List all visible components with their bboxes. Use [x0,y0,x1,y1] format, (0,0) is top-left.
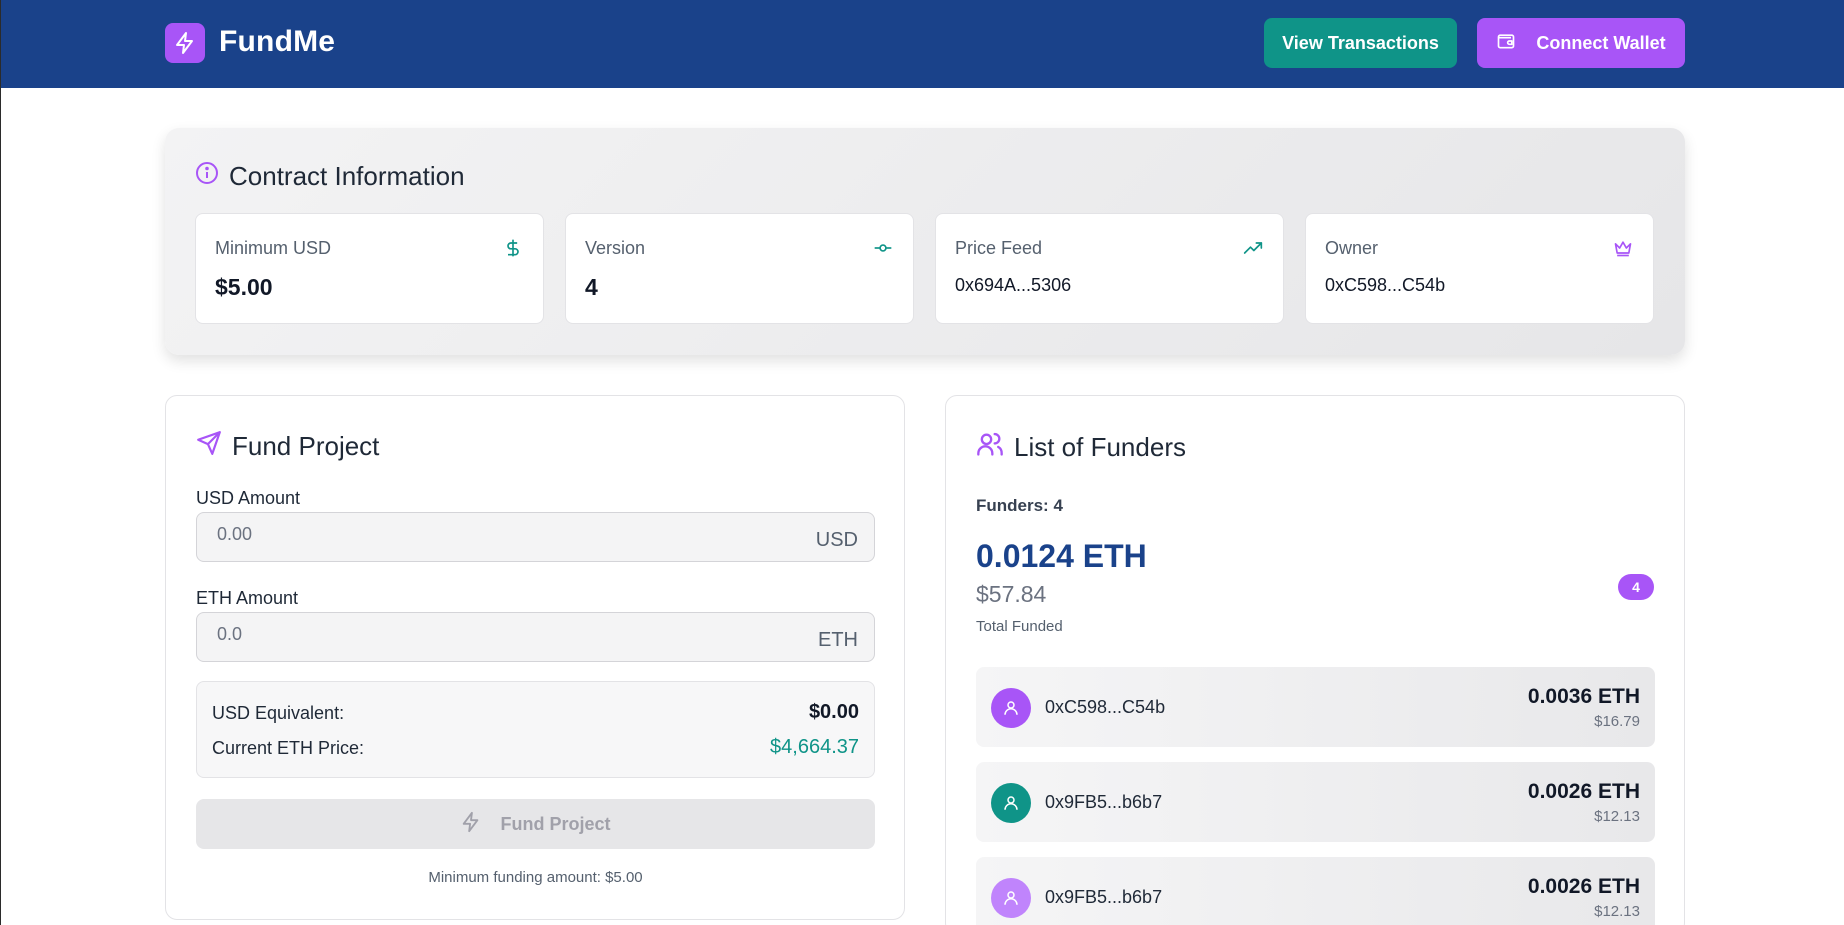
fund-project-heading: Fund Project [196,430,379,463]
connect-wallet-label: Connect Wallet [1536,32,1666,53]
app-name: FundMe [219,25,336,58]
funders-count-badge: 4 [1618,574,1654,600]
card-value: 0xC598...C54b [1325,275,1446,295]
fund-project-button[interactable]: Fund Project [196,799,875,849]
card-value: $5.00 [215,274,273,300]
lightning-icon [460,811,482,838]
funder-eth: 0.0026 ETH [1527,780,1640,803]
fund-project-panel: Fund Project USD Amount USD ETH Amount E… [165,395,905,920]
minimum-usd-card: Minimum USD $5.00 [195,213,544,324]
view-transactions-button[interactable]: View Transactions [1264,18,1457,68]
crown-icon [1613,238,1633,258]
wallet-icon [1496,31,1516,56]
eth-amount-label: ETH Amount [196,588,299,608]
card-label: Price Feed [955,238,1043,258]
trending-up-icon [1243,238,1263,258]
funders-heading: List of Funders [976,430,1186,465]
minimum-funding-note: Minimum funding amount: $5.00 [428,869,643,886]
card-label: Owner [1325,238,1379,258]
eth-price-label: Current ETH Price: [212,738,365,758]
card-value: 0x694A...5306 [955,275,1072,295]
funder-address: 0x9FB5...b6b7 [1045,887,1163,907]
funder-usd: $16.79 [1594,713,1640,730]
total-eth: 0.0124 ETH [976,538,1147,574]
user-icon [991,878,1031,918]
info-icon [195,161,219,192]
eth-amount-field[interactable]: ETH [196,612,875,662]
eth-unit: ETH [818,629,858,651]
user-icon [991,688,1031,728]
funders-title: List of Funders [1014,432,1186,462]
contract-information-panel: Contract Information Minimum USD $5.00 V… [165,128,1685,355]
funder-eth: 0.0036 ETH [1527,685,1640,708]
dollar-icon [503,238,523,258]
funders-panel: List of Funders Funders: 4 0.0124 ETH $5… [945,395,1685,925]
conversion-summary: USD Equivalent: $0.00 Current ETH Price:… [196,681,875,778]
total-funded-label: Total Funded [976,618,1063,635]
git-commit-icon [873,238,893,258]
funder-eth: 0.0026 ETH [1527,875,1640,898]
funder-row[interactable]: 0xC598...C54b 0.0036 ETH $16.79 [976,667,1655,747]
funder-address: 0x9FB5...b6b7 [1045,792,1163,812]
card-label: Minimum USD [215,238,332,258]
usd-unit: USD [815,529,858,551]
eth-price-value: $4,664.37 [770,736,859,758]
usd-amount-field[interactable]: USD [196,512,875,562]
funders-count: Funders: 4 [976,496,1063,515]
price-feed-card: Price Feed 0x694A...5306 [935,213,1284,324]
funder-address: 0xC598...C54b [1045,697,1166,717]
fund-project-button-label: Fund Project [500,813,611,834]
eth-amount-input[interactable] [197,613,874,661]
user-icon [991,783,1031,823]
send-icon [196,430,222,463]
users-icon [976,430,1004,465]
usd-equivalent-value: $0.00 [808,701,859,723]
lightning-icon [165,23,205,63]
funder-row[interactable]: 0x9FB5...b6b7 0.0026 ETH $12.13 [976,762,1655,842]
contract-information-title: Contract Information [229,161,465,191]
total-usd: $57.84 [976,581,1047,607]
usd-amount-input[interactable] [197,513,874,561]
funder-row[interactable]: 0x9FB5...b6b7 0.0026 ETH $12.13 [976,857,1655,925]
usd-amount-label: USD Amount [196,488,301,508]
usd-equivalent-label: USD Equivalent: [212,703,345,723]
card-label: Version [585,238,646,258]
funder-usd: $12.13 [1594,808,1640,825]
funder-usd: $12.13 [1594,903,1640,920]
connect-wallet-button[interactable]: Connect Wallet [1477,18,1685,68]
fund-project-title: Fund Project [232,431,380,461]
contract-information-heading: Contract Information [195,161,465,192]
owner-card: Owner 0xC598...C54b [1305,213,1654,324]
version-card: Version 4 [565,213,914,324]
app-header: FundMe View Transactions Connect Wallet [1,0,1844,88]
card-value: 4 [585,274,598,300]
